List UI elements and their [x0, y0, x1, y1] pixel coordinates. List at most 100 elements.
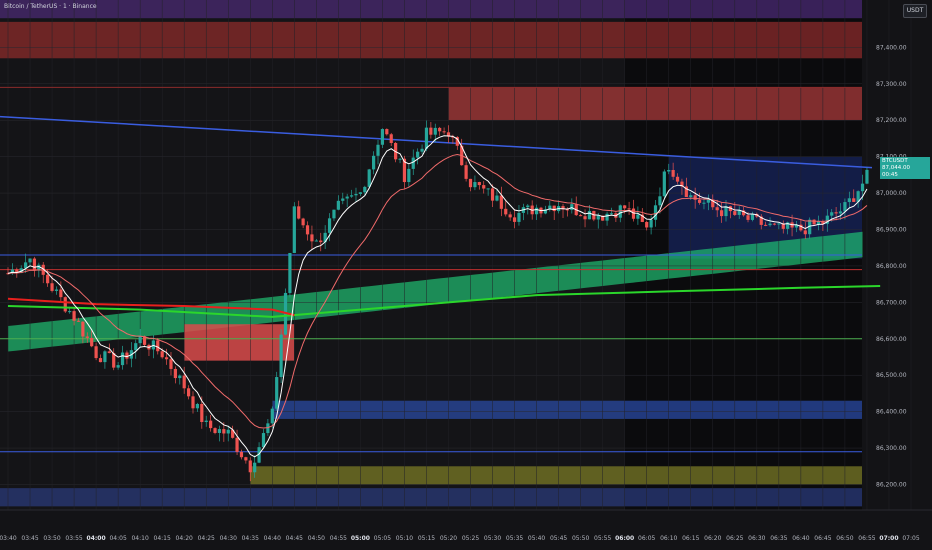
x-tick-label: 04:35: [242, 535, 259, 542]
candle-body: [182, 375, 186, 389]
candle-body: [618, 205, 622, 218]
zone-olive-low: [250, 466, 862, 485]
candle-body: [834, 212, 838, 214]
candle-body: [587, 210, 592, 220]
candle-body: [609, 213, 614, 215]
candle-body: [178, 375, 182, 379]
candle-body: [125, 352, 129, 359]
candle-body: [81, 321, 85, 337]
x-tick-label: 06:15: [682, 535, 699, 542]
price-tag-price: 87,044.00: [882, 165, 910, 171]
candle-body: [222, 429, 226, 434]
candle-body: [341, 198, 345, 201]
x-tick-label: 04:00: [87, 535, 106, 542]
y-tick-label: 86,700.00: [876, 299, 907, 306]
symbol-title: Bitcoin / TetherUS · 1 · Binance: [4, 3, 97, 10]
x-tick-label: 03:55: [65, 535, 82, 542]
candle-body: [349, 195, 354, 197]
candle-body: [76, 320, 81, 322]
candle-body: [90, 337, 94, 347]
candle-body: [24, 262, 28, 269]
candle-body: [777, 223, 781, 225]
y-tick-label: 86,400.00: [876, 409, 907, 416]
x-tick-label: 06:35: [770, 535, 787, 542]
x-tick-label: 07:05: [902, 535, 919, 542]
candle-body: [693, 195, 697, 200]
candle-body: [85, 336, 89, 338]
candle-body: [583, 216, 587, 220]
candle-body: [209, 420, 213, 429]
candle-body: [156, 340, 160, 352]
x-tick-label: 04:25: [198, 535, 215, 542]
candle-body: [852, 198, 856, 202]
zone-supply-top: [0, 21, 862, 59]
candle-body: [270, 408, 274, 424]
candle-body: [482, 185, 486, 189]
candle-body: [667, 170, 671, 172]
candle-body: [534, 207, 539, 215]
candle-body: [358, 192, 362, 194]
price-tag-countdown: 00:45: [882, 172, 898, 178]
x-tick-label: 06:45: [814, 535, 831, 542]
x-tick-label: 05:30: [484, 535, 501, 542]
candle-body: [499, 195, 503, 209]
candle-body: [363, 186, 367, 193]
x-tick-label: 04:20: [176, 535, 193, 542]
currency-button[interactable]: USDT: [903, 4, 927, 18]
x-tick-label: 06:55: [858, 535, 875, 542]
candle-body: [631, 208, 636, 219]
candle-body: [750, 213, 755, 220]
candle-body: [526, 205, 530, 208]
x-tick-label: 04:15: [154, 535, 171, 542]
candle-body: [702, 202, 706, 204]
price-chart[interactable]: 87,400.0087,300.0087,200.0087,100.0087,0…: [0, 0, 932, 550]
candle-body: [160, 351, 164, 358]
candle-body: [116, 365, 120, 368]
candle-body: [367, 169, 371, 187]
candle-body: [134, 343, 138, 351]
x-tick-label: 05:25: [462, 535, 479, 542]
price-tag-symbol: BTCUSDT: [882, 158, 908, 164]
candle-body: [865, 169, 869, 184]
candle-body: [838, 211, 843, 214]
candle-body: [627, 208, 631, 210]
zone-demand-blue: [272, 400, 862, 419]
candle-body: [372, 155, 376, 170]
candle-body: [697, 199, 702, 203]
candle-body: [812, 219, 816, 225]
candle-body: [438, 127, 442, 132]
candle-body: [319, 240, 323, 243]
current-price-tag: BTCUSDT 87,044.00 00:45: [880, 157, 930, 179]
candle-body: [737, 210, 741, 215]
time-axis-bg: [0, 510, 862, 550]
x-tick-label: 03:50: [43, 535, 60, 542]
candle-body: [279, 334, 283, 378]
candle-body: [715, 207, 719, 211]
candle-body: [98, 358, 103, 363]
x-tick-label: 05:45: [550, 535, 567, 542]
candle-body: [468, 178, 473, 188]
zone-supply-mid: [448, 87, 862, 121]
y-tick-label: 86,500.00: [876, 372, 907, 379]
candle-body: [72, 311, 76, 321]
candle-body: [658, 196, 662, 206]
y-tick-label: 87,400.00: [876, 44, 907, 51]
candle-body: [389, 134, 393, 143]
x-tick-label: 05:55: [594, 535, 611, 542]
x-tick-label: 04:30: [220, 535, 237, 542]
candle-body: [385, 129, 389, 135]
x-tick-label: 06:05: [638, 535, 655, 542]
cloud-red-segment: [184, 324, 295, 361]
x-tick-label: 05:50: [572, 535, 589, 542]
candle-body: [314, 240, 318, 242]
candle-body: [169, 359, 173, 369]
x-tick-label: 06:10: [660, 535, 677, 542]
y-tick-label: 87,300.00: [876, 81, 907, 88]
x-tick-label: 04:55: [330, 535, 347, 542]
candle-body: [32, 258, 37, 271]
candle-body: [275, 377, 279, 409]
candle-body: [764, 224, 768, 226]
candle-body: [301, 218, 305, 226]
candle-body: [332, 209, 336, 219]
x-tick-label: 04:45: [286, 535, 303, 542]
